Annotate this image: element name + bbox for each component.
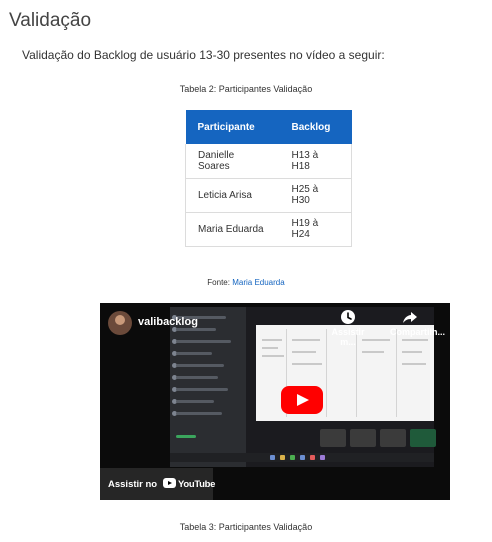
participant-video [380, 429, 406, 447]
table-header-row: Participante Backlog [185, 110, 352, 144]
watch-on-label: Assistir no [108, 479, 158, 490]
play-icon[interactable] [281, 386, 323, 414]
cell-backlog: H25 à H30 [279, 178, 352, 213]
chat-sidebar [170, 307, 246, 467]
share-button[interactable]: Compartilh... [390, 309, 445, 337]
watch-on-youtube-button[interactable]: Assistir no YouTube [100, 468, 216, 500]
youtube-icon [163, 478, 176, 488]
section-title: Validação [9, 10, 92, 31]
share-label: Compartilh... [390, 327, 446, 337]
channel-avatar[interactable] [108, 311, 132, 335]
clock-icon [341, 310, 355, 324]
participant-video [350, 429, 376, 447]
taskbar [170, 453, 434, 462]
participants-table: Participante Backlog Danielle Soares H13… [185, 110, 352, 247]
video-embed[interactable]: valibacklog Assistir m... Compartilh... … [100, 303, 450, 500]
table3-caption: Tabela 3: Participantes Validação [179, 522, 313, 532]
cell-participant: Leticia Arisa [185, 178, 280, 213]
header-backlog: Backlog [279, 110, 352, 144]
cell-backlog: H13 à H18 [279, 144, 352, 179]
watch-later-label: Assistir m... [331, 327, 365, 347]
table-source: Fonte: Maria Eduarda [0, 278, 492, 287]
table2-caption: Tabela 2: Participantes Validação [179, 84, 313, 94]
participant-video [410, 429, 436, 447]
table-row: Maria Eduarda H19 à H24 [185, 212, 352, 247]
participant-video [320, 429, 346, 447]
source-prefix: Fonte: [207, 278, 230, 287]
table-row: Danielle Soares H13 à H18 [185, 144, 352, 179]
table-row: Leticia Arisa H25 à H30 [185, 178, 352, 213]
source-link[interactable]: Maria Eduarda [232, 278, 284, 287]
cell-backlog: H19 à H24 [279, 212, 352, 247]
video-title[interactable]: valibacklog [138, 316, 198, 328]
intro-text: Validação do Backlog de usuário 13-30 pr… [22, 48, 385, 62]
youtube-label: YouTube [178, 479, 216, 490]
cell-participant: Danielle Soares [185, 144, 280, 179]
share-icon [403, 312, 417, 323]
cell-participant: Maria Eduarda [185, 212, 280, 247]
watch-later-button[interactable]: Assistir m... [328, 309, 368, 347]
header-participant: Participante [185, 110, 280, 144]
